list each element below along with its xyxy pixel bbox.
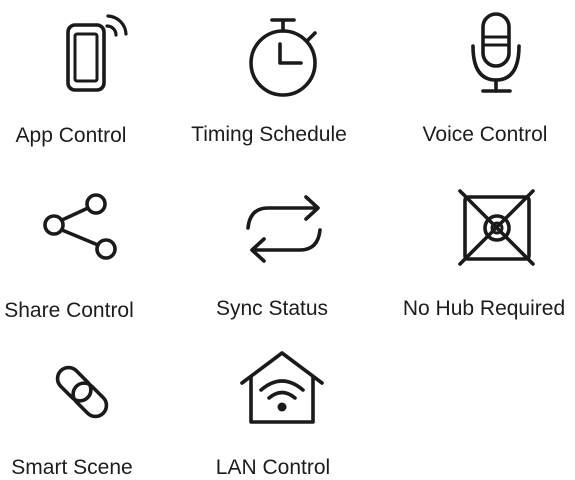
no-hub-icon (454, 184, 544, 274)
microphone-icon (460, 10, 540, 100)
link-chain-icon (44, 356, 120, 428)
feature-label: Share Control (4, 299, 134, 322)
feature-label: App Control (15, 124, 127, 147)
feature-label: No Hub Required (402, 297, 566, 320)
feature-label: LAN Control (215, 456, 331, 479)
smartphone-signal-icon (58, 12, 138, 98)
share-icon (40, 190, 124, 270)
sync-arrows-icon (240, 192, 330, 268)
feature-label: Smart Scene (11, 456, 133, 479)
home-wifi-icon (236, 350, 332, 430)
stopwatch-icon (244, 14, 324, 100)
feature-label: Timing Schedule (191, 123, 347, 146)
feature-label: Sync Status (215, 297, 329, 320)
feature-label: Voice Control (422, 123, 548, 146)
